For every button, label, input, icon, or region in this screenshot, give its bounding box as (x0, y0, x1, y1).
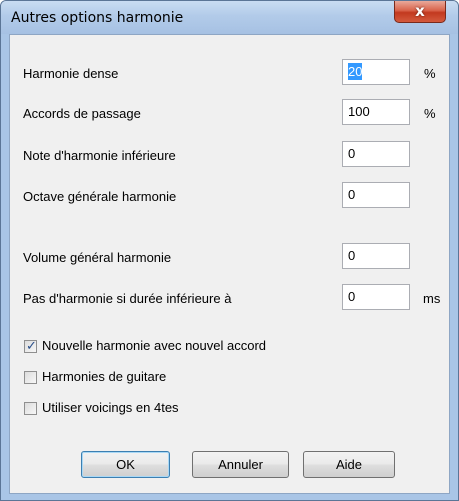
volume-general-harmonie-value: 0 (348, 248, 356, 263)
dialog-window: Autres options harmonie x Harmonie dense… (0, 0, 459, 501)
duree-inferieure-label: Pas d'harmonie si durée inférieure à (23, 291, 232, 306)
dialog-body: Harmonie dense 20 % Accords de passage 1… (9, 34, 450, 494)
check-icon: ✓ (26, 338, 37, 353)
accords-de-passage-label: Accords de passage (23, 106, 141, 121)
harmonies-de-guitare-checkbox[interactable] (24, 371, 37, 384)
title-bar[interactable]: Autres options harmonie x (1, 1, 458, 34)
octave-generale-harmonie-value: 0 (348, 187, 356, 202)
harmonies-de-guitare-label[interactable]: Harmonies de guitare (42, 369, 166, 384)
voicings-4tes-label[interactable]: Utiliser voicings en 4tes (42, 400, 179, 415)
note-harmonie-inferieure-value: 0 (348, 146, 356, 161)
voicings-4tes-checkbox[interactable] (24, 402, 37, 415)
window-title: Autres options harmonie (11, 10, 184, 26)
harmonie-dense-label: Harmonie dense (23, 66, 119, 81)
nouvelle-harmonie-label[interactable]: Nouvelle harmonie avec nouvel accord (42, 338, 266, 353)
harmonie-dense-unit: % (424, 66, 436, 81)
duree-inferieure-unit: ms (423, 291, 441, 306)
duree-inferieure-value: 0 (348, 289, 356, 304)
help-button[interactable]: Aide (303, 451, 395, 478)
octave-generale-harmonie-input[interactable]: 0 (342, 182, 410, 208)
close-button[interactable]: x (394, 1, 446, 23)
harmonie-dense-input[interactable]: 20 (342, 59, 410, 85)
cancel-button[interactable]: Annuler (192, 451, 289, 478)
duree-inferieure-input[interactable]: 0 (342, 284, 410, 310)
nouvelle-harmonie-checkbox[interactable]: ✓ (24, 338, 37, 353)
accords-de-passage-input[interactable]: 100 (342, 99, 410, 125)
close-icon: x (415, 2, 425, 20)
accords-de-passage-unit: % (424, 106, 436, 121)
volume-general-harmonie-label: Volume général harmonie (23, 250, 172, 265)
accords-de-passage-value: 100 (348, 104, 370, 119)
ok-button[interactable]: OK (81, 451, 170, 478)
harmonie-dense-value: 20 (348, 63, 363, 80)
octave-generale-harmonie-label: Octave générale harmonie (23, 189, 177, 204)
note-harmonie-inferieure-input[interactable]: 0 (342, 141, 410, 167)
note-harmonie-inferieure-label: Note d'harmonie inférieure (23, 148, 176, 163)
volume-general-harmonie-input[interactable]: 0 (342, 243, 410, 269)
